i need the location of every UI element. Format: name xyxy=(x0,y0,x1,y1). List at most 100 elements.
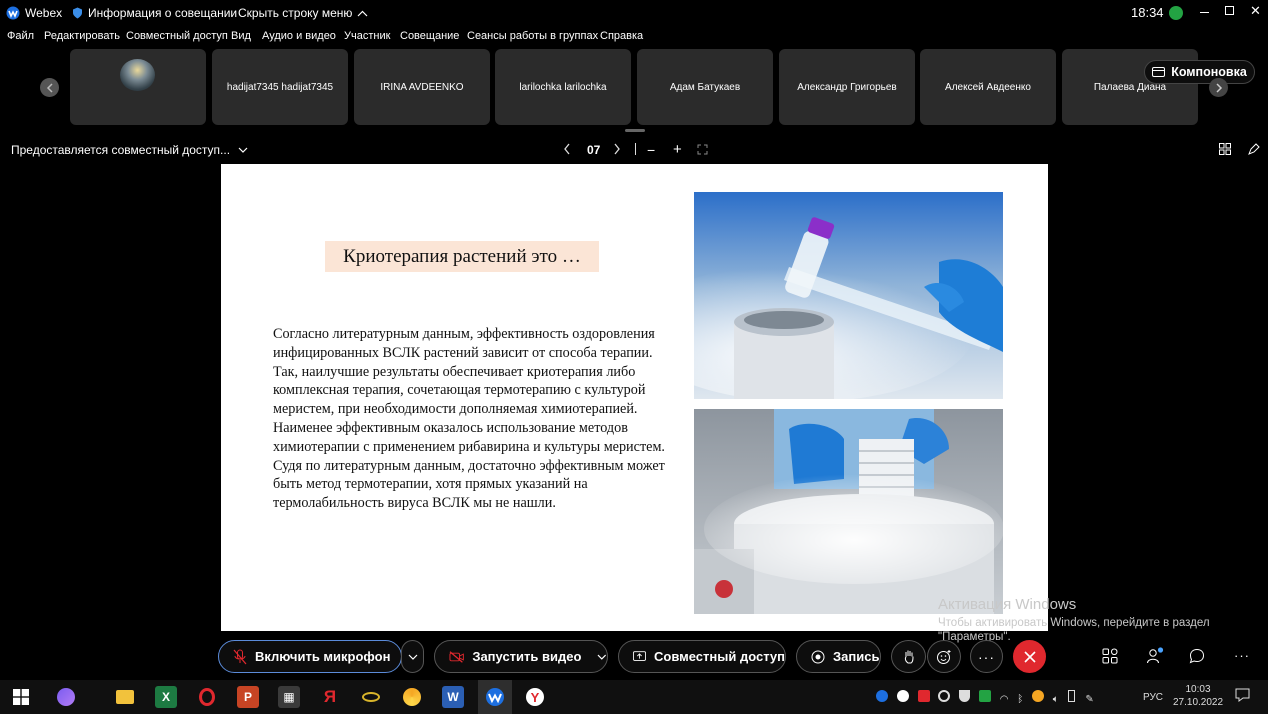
opera-icon[interactable] xyxy=(196,686,218,708)
menu-participant[interactable]: Участник xyxy=(344,30,390,42)
network-tray-icon[interactable] xyxy=(978,690,991,702)
restore-button[interactable] xyxy=(1225,6,1234,15)
layout-icon xyxy=(1152,67,1166,77)
next-page-button[interactable] xyxy=(613,143,621,158)
record-button[interactable]: Запись xyxy=(796,640,881,673)
layout-button[interactable]: Компоновка xyxy=(1144,60,1255,84)
strip-resize-handle[interactable] xyxy=(625,129,645,132)
app-name: Webex xyxy=(25,6,63,20)
shield-icon xyxy=(73,7,82,19)
unmute-button[interactable]: Включить микрофон xyxy=(218,640,402,673)
participant-name: Алексей Авдеенко xyxy=(945,81,1031,93)
chat-button[interactable] xyxy=(1189,648,1205,669)
reactions-button[interactable] xyxy=(927,640,961,673)
eye-app-icon[interactable] xyxy=(360,686,382,708)
strip-next-button[interactable] xyxy=(1209,78,1228,97)
panel-more-button[interactable]: ··· xyxy=(1234,648,1250,663)
taskbar-time: 10:03 xyxy=(1185,684,1211,695)
participant-tile[interactable]: larilochka larilochka xyxy=(495,49,631,125)
close-button[interactable]: ✕ xyxy=(1250,3,1261,19)
calculator-icon[interactable]: ▦ xyxy=(278,686,300,708)
title-bar: Webex Информация о совещании Скрыть стро… xyxy=(0,0,1268,26)
menu-edit[interactable]: Редактировать xyxy=(44,30,120,42)
fullscreen-button[interactable] xyxy=(697,144,708,158)
participant-tile[interactable]: Александр Григорьев xyxy=(779,49,915,125)
webex-taskbar-icon[interactable] xyxy=(478,680,512,714)
cortana-icon[interactable] xyxy=(55,686,77,708)
start-button[interactable] xyxy=(10,686,32,708)
participant-name: larilochka larilochka xyxy=(519,81,607,93)
participant-name: hadijat7345 hadijat7345 xyxy=(226,81,334,93)
alert-tray-icon[interactable] xyxy=(917,690,930,702)
menu-meeting[interactable]: Совещание xyxy=(400,30,459,42)
chevron-up-icon xyxy=(357,10,368,16)
raise-hand-button[interactable] xyxy=(891,640,926,673)
participants-button[interactable] xyxy=(1146,647,1164,670)
leave-meeting-button[interactable] xyxy=(1013,640,1046,673)
menu-bar: Файл Редактировать Совместный доступ Вид… xyxy=(0,26,1268,48)
share-status-label: Предоставляется совместный доступ... xyxy=(11,143,231,157)
yandex-tray-icon[interactable] xyxy=(896,690,909,702)
participant-tile[interactable]: hadijat7345 hadijat7345 xyxy=(212,49,348,125)
pen-tray-icon[interactable]: ✎ xyxy=(1085,694,1093,705)
notifications-button[interactable] xyxy=(1235,688,1250,707)
weather-tray-icon[interactable] xyxy=(1031,690,1044,702)
audio-tray-icon[interactable] xyxy=(938,690,951,702)
pen-icon xyxy=(1248,143,1260,155)
input-language[interactable]: РУС xyxy=(1143,692,1163,703)
video-off-icon xyxy=(449,650,464,663)
share-content-label: Совместный доступ xyxy=(653,649,785,664)
taskbar-date: 27.10.2022 xyxy=(1173,697,1224,708)
participant-name: IRINA AVDEENKO xyxy=(380,81,464,93)
menu-breakout[interactable]: Сеансы работы в группах xyxy=(467,30,598,42)
prev-page-button[interactable] xyxy=(563,143,571,158)
hand-icon xyxy=(904,650,913,664)
minimize-button[interactable] xyxy=(1200,4,1209,13)
yandex-icon[interactable]: Я xyxy=(319,686,341,708)
notification-icon xyxy=(1235,688,1250,702)
share-status-dropdown[interactable]: Предоставляется совместный доступ... xyxy=(11,143,248,157)
file-explorer-icon[interactable] xyxy=(114,686,136,708)
menu-audio-video[interactable]: Аудио и видео xyxy=(262,30,336,42)
yandex-app-icon[interactable]: Y xyxy=(524,686,546,708)
apps-button[interactable] xyxy=(1102,648,1118,669)
hide-menu-button[interactable]: Скрыть строку меню xyxy=(238,6,368,20)
webex-tray-icon[interactable] xyxy=(876,690,888,702)
word-icon[interactable]: W xyxy=(442,686,464,708)
participant-tile-self[interactable] xyxy=(70,49,206,125)
participant-tile[interactable]: Алексей Авдеенко xyxy=(920,49,1056,125)
participant-tile[interactable]: IRINA AVDEENKO xyxy=(354,49,490,125)
menu-share[interactable]: Совместный доступ xyxy=(126,30,228,42)
excel-icon[interactable]: X xyxy=(155,686,177,708)
wifi-icon[interactable]: ◠ xyxy=(1000,694,1009,705)
grid-view-button[interactable] xyxy=(1219,143,1231,158)
annotate-button[interactable] xyxy=(1248,143,1260,158)
yandex-browser-icon[interactable] xyxy=(401,686,423,708)
volume-icon[interactable]: 🔈︎ xyxy=(1053,694,1059,705)
divider xyxy=(635,143,636,155)
meeting-info-button[interactable]: Информация о совещании xyxy=(72,6,237,20)
tray-icons: ◠ ᛒ 🔈︎ ✎ xyxy=(876,690,1100,705)
zoom-out-button[interactable]: − xyxy=(647,142,655,158)
minus-icon: − xyxy=(647,142,656,158)
bluetooth-icon[interactable]: ᛒ xyxy=(1017,694,1023,705)
zoom-in-button[interactable]: + xyxy=(673,141,682,158)
start-video-button[interactable]: Запустить видео xyxy=(434,640,608,673)
taskbar-clock[interactable]: 10:03 27.10.2022 xyxy=(1173,684,1223,708)
chevron-left-icon xyxy=(46,82,53,93)
clock-time: 18:34 xyxy=(1131,5,1164,20)
menu-file[interactable]: Файл xyxy=(7,30,34,42)
more-options-button[interactable]: ··· xyxy=(970,640,1003,673)
page-number: 07 xyxy=(587,143,601,157)
share-content-button[interactable]: Совместный доступ xyxy=(618,640,786,673)
menu-help[interactable]: Справка xyxy=(600,30,643,42)
battery-icon[interactable] xyxy=(1067,690,1075,702)
participant-tile[interactable]: Адам Батукаев xyxy=(637,49,773,125)
apps-icon xyxy=(1102,648,1118,664)
shield-tray-icon[interactable] xyxy=(959,690,971,702)
strip-prev-button[interactable] xyxy=(40,78,59,97)
powerpoint-icon[interactable]: P xyxy=(237,686,259,708)
menu-view[interactable]: Вид xyxy=(231,30,251,42)
record-icon xyxy=(811,650,825,663)
audio-options-button[interactable] xyxy=(401,640,424,673)
